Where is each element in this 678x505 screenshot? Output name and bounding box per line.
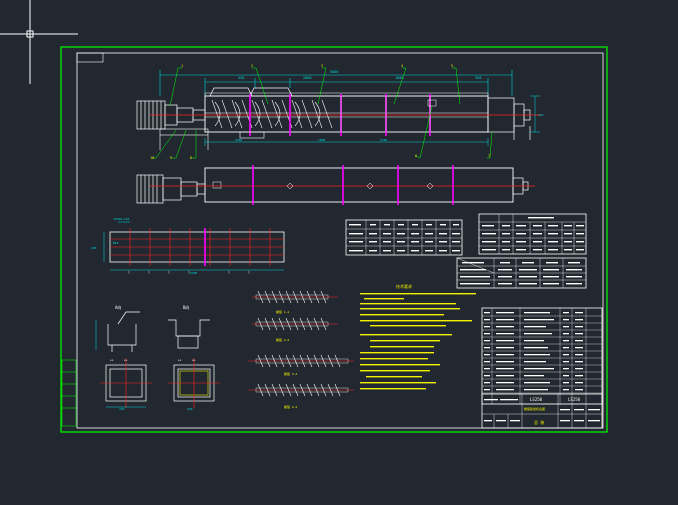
svg-text:◊: ◊ bbox=[168, 270, 170, 274]
svg-text:Φ22: Φ22 bbox=[113, 241, 119, 245]
svg-text:螺旋 2—2: 螺旋 2—2 bbox=[276, 337, 289, 342]
svg-text:⊥⊥: ⊥⊥ bbox=[192, 358, 196, 362]
svg-text:⊥⊥: ⊥⊥ bbox=[124, 358, 128, 362]
svg-text:⊥⊥: ⊥⊥ bbox=[178, 358, 182, 362]
section-b-dim-value: 320 bbox=[187, 407, 193, 411]
modelspace-background bbox=[0, 0, 678, 505]
drawing-name: LS250 bbox=[530, 397, 543, 402]
svg-text:450: 450 bbox=[238, 76, 244, 80]
svg-text:9: 9 bbox=[170, 156, 172, 160]
svg-text:◊: ◊ bbox=[148, 270, 150, 274]
svg-text:4: 4 bbox=[401, 64, 403, 68]
svg-text:1250: 1250 bbox=[235, 138, 242, 142]
svg-text:2: 2 bbox=[251, 64, 253, 68]
svg-text:⊥⊥: ⊥⊥ bbox=[110, 358, 114, 362]
svg-text:螺旋 1—1: 螺旋 1—1 bbox=[276, 309, 289, 314]
svg-text:2000: 2000 bbox=[303, 76, 311, 80]
sheet-label: 总 装 bbox=[534, 419, 544, 425]
section-b-label: B向 bbox=[183, 304, 189, 310]
tech-req-heading: 技术要求 bbox=[396, 283, 412, 289]
svg-text:◊: ◊ bbox=[128, 270, 130, 274]
svg-text:◊: ◊ bbox=[188, 270, 190, 274]
drawing-subtitle: 螺旋输送机总图 bbox=[524, 406, 545, 411]
svg-text:1: 1 bbox=[181, 64, 183, 68]
svg-text:320: 320 bbox=[538, 113, 544, 117]
svg-text:4×M16–120: 4×M16–120 bbox=[113, 217, 129, 221]
section-a-label: A向 bbox=[115, 304, 121, 310]
svg-text:5: 5 bbox=[451, 64, 453, 68]
svg-text:350: 350 bbox=[475, 76, 481, 80]
svg-text:10: 10 bbox=[150, 156, 154, 160]
section-a-dim-value: 320 bbox=[119, 407, 125, 411]
svg-text:4300: 4300 bbox=[190, 271, 197, 275]
svg-text:◊: ◊ bbox=[228, 270, 230, 274]
svg-text:1800: 1800 bbox=[318, 138, 325, 142]
svg-text:3: 3 bbox=[321, 64, 323, 68]
svg-text:8: 8 bbox=[190, 156, 192, 160]
svg-text:2700: 2700 bbox=[380, 138, 387, 142]
svg-text:5000: 5000 bbox=[330, 70, 338, 74]
svg-text:200: 200 bbox=[91, 246, 97, 250]
svg-text:6: 6 bbox=[415, 154, 417, 158]
svg-text:7: 7 bbox=[488, 154, 490, 158]
drawing-number: LS250 bbox=[568, 397, 581, 402]
svg-text:螺旋 3—3: 螺旋 3—3 bbox=[284, 371, 297, 376]
svg-text:螺旋 4—4: 螺旋 4—4 bbox=[284, 404, 297, 409]
cad-drawing-canvas[interactable]: 5000 450 2000 1800 350 1250 1800 2700 320… bbox=[0, 0, 678, 505]
svg-text:◊: ◊ bbox=[248, 270, 250, 274]
